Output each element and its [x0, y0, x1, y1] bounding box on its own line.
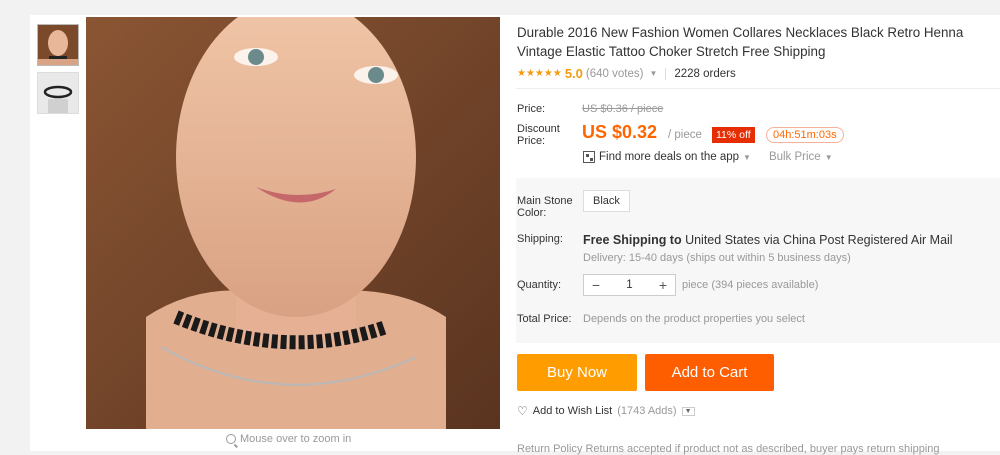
heart-icon: ♡	[517, 404, 528, 418]
rating-row: ★★★★★ 5.0 (640 votes) ▼ 2228 orders	[517, 66, 736, 81]
divider	[516, 88, 1000, 89]
star-rating-icon: ★★★★★	[517, 68, 562, 79]
shipping-method[interactable]: Free Shipping to United States via China…	[583, 233, 953, 247]
stone-color-option-black[interactable]: Black	[583, 190, 630, 212]
main-stone-color-label: Main Stone Color:	[517, 195, 573, 219]
buy-now-button[interactable]: Buy Now	[517, 354, 637, 391]
qr-code-icon	[583, 151, 595, 163]
product-page: Mouse over to zoom in Durable 2016 New F…	[30, 15, 1000, 455]
chevron-down-icon[interactable]: ▼	[743, 153, 751, 162]
zoom-hint: Mouse over to zoom in	[226, 433, 351, 445]
chevron-down-icon[interactable]: ▼	[681, 406, 695, 416]
discount-price-label: Discount Price:	[517, 123, 560, 147]
add-to-cart-button[interactable]: Add to Cart	[645, 354, 774, 391]
quantity-input[interactable]: 1	[608, 279, 651, 291]
quantity-label: Quantity:	[517, 279, 562, 291]
add-to-wish-list[interactable]: ♡ Add to Wish List (1743 Adds) ▼	[517, 404, 695, 418]
product-main-image[interactable]	[86, 17, 500, 429]
quantity-stepper: − 1 +	[583, 274, 676, 296]
quantity-available: piece (394 pieces available)	[682, 279, 819, 291]
discount-price: US $0.32	[582, 122, 658, 142]
bulk-price-link[interactable]: Bulk Price	[769, 151, 821, 163]
app-deals-link[interactable]: Find more deals on the app ▼ Bulk Price …	[583, 151, 833, 163]
order-count: 2228 orders	[674, 67, 736, 80]
original-price: US $0.36 / piece	[582, 103, 664, 115]
magnifier-icon	[226, 434, 236, 444]
chevron-down-icon[interactable]: ▼	[825, 153, 833, 162]
countdown-timer: 04h:51m:03s	[766, 127, 844, 143]
quantity-decrease-button[interactable]: −	[584, 277, 608, 293]
total-price-label: Total Price:	[517, 313, 572, 325]
quantity-increase-button[interactable]: +	[651, 277, 675, 293]
divider	[665, 67, 667, 80]
product-title: Durable 2016 New Fashion Women Collares …	[517, 25, 964, 59]
return-policy: Return Policy Returns accepted if produc…	[517, 443, 940, 455]
vote-count[interactable]: (640 votes)	[586, 68, 644, 80]
rating-score: 5.0	[564, 66, 583, 81]
wish-count: (1743 Adds)	[617, 405, 677, 417]
thumbnail-list	[37, 24, 81, 120]
thumbnail-choker[interactable]	[37, 72, 79, 114]
thumbnail-face[interactable]	[37, 24, 79, 66]
delivery-estimate: Delivery: 15-40 days (ships out within 5…	[583, 252, 851, 264]
price-label: Price:	[517, 103, 546, 115]
discount-badge: 11% off	[712, 127, 755, 143]
price-unit: / piece	[668, 129, 702, 141]
shipping-label: Shipping:	[517, 233, 563, 245]
chevron-down-icon[interactable]: ▼	[649, 69, 657, 78]
total-price-note: Depends on the product properties you se…	[583, 313, 805, 325]
